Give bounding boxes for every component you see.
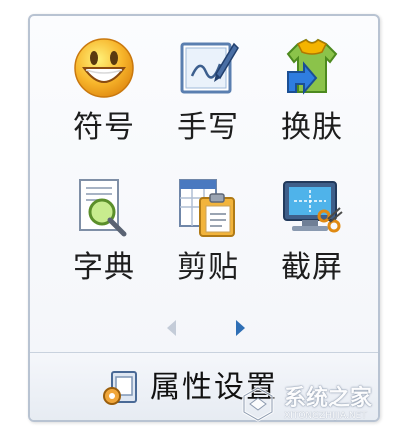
tool-label: 换肤 [281,110,343,145]
tool-label: 剪贴 [177,250,239,285]
clipboard-icon [179,179,235,237]
tool-handwriting[interactable]: 手写 [156,36,260,166]
watermark-url: XITONGZHIJIA.NET [284,411,367,421]
tool-skin[interactable]: 换肤 [260,36,364,166]
smiley-icon [74,38,134,98]
tool-dictionary[interactable]: 字典 [52,176,156,306]
tool-label: 符号 [73,110,135,145]
chevron-left-icon[interactable] [164,318,178,338]
tool-grid: 符号 手写 换肤 字典 剪贴 截屏 [52,36,362,326]
dictionary-icon [79,179,127,237]
chevron-right-icon[interactable] [234,318,248,338]
settings-icon [103,371,137,405]
watermark-logo-icon [242,386,274,422]
handwriting-icon [180,42,239,94]
tool-screenshot[interactable]: 截屏 [260,176,364,306]
page-navigation [30,318,378,342]
tool-clipboard[interactable]: 剪贴 [156,176,260,306]
tool-label: 字典 [73,250,135,285]
screenshot-root: 符号 手写 换肤 字典 剪贴 截屏 属性设置 系统之家 XITONGZHIJIA… [0,0,400,434]
tool-menu-panel: 符号 手写 换肤 字典 剪贴 截屏 属性设置 [28,14,380,422]
watermark: 系统之家 XITONGZHIJIA.NET [238,384,372,424]
skin-icon [286,38,338,95]
watermark-text: 系统之家 XITONGZHIJIA.NET [284,386,373,422]
tool-label: 截屏 [281,250,343,285]
screenshot-icon [283,181,343,233]
tool-symbols[interactable]: 符号 [52,36,156,166]
watermark-brand: 系统之家 [284,386,373,411]
tool-label: 手写 [177,110,239,145]
